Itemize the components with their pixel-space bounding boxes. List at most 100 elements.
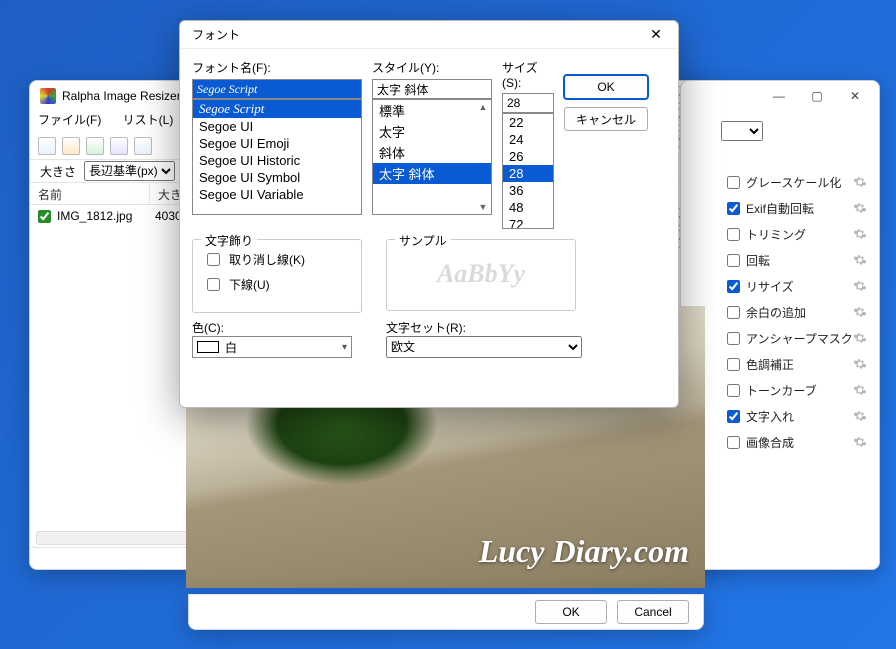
toolbar-icon-3[interactable] — [86, 137, 104, 155]
gear-icon[interactable] — [853, 175, 867, 189]
size-label: 大きさ — [40, 163, 76, 180]
side-item-check-0[interactable] — [727, 176, 740, 189]
gear-icon[interactable] — [853, 279, 867, 293]
ralpha-title-text: Ralpha Image Resizer - — [62, 81, 188, 111]
size-list-item-2[interactable]: 26 — [503, 148, 553, 165]
style-list-item-3[interactable]: 太字 斜体 — [373, 163, 491, 184]
gear-icon[interactable] — [853, 227, 867, 241]
font-name-input[interactable] — [192, 79, 362, 99]
side-item-7[interactable]: 色調補正 — [681, 351, 879, 377]
size-list-item-1[interactable]: 24 — [503, 131, 553, 148]
menu-list[interactable]: リスト(L) — [123, 113, 174, 127]
size-list-item-6[interactable]: 72 — [503, 216, 553, 229]
gear-icon[interactable] — [853, 305, 867, 319]
font-list-item-0[interactable]: Segoe Script — [193, 100, 361, 118]
decoration-legend: 文字飾り — [201, 232, 257, 249]
gear-icon[interactable] — [853, 331, 867, 345]
side-item-check-5[interactable] — [727, 306, 740, 319]
side-item-label-7: 色調補正 — [746, 356, 794, 373]
toolbar-icon-2[interactable] — [62, 137, 80, 155]
toolbar-icon-1[interactable] — [38, 137, 56, 155]
side-item-10[interactable]: 画像合成 — [681, 429, 879, 455]
strike-label: 取り消し線(K) — [229, 251, 305, 268]
strike-checkbox-row: 取り消し線(K) — [203, 250, 351, 269]
menu-file[interactable]: ファイル(F) — [38, 113, 101, 127]
gear-icon[interactable] — [853, 435, 867, 449]
maximize-button[interactable]: ▢ — [799, 84, 835, 108]
file-name: IMG_1812.jpg — [57, 209, 155, 223]
ralpha-app-icon — [40, 88, 56, 104]
underline-checkbox-row: 下線(U) — [203, 275, 351, 294]
font-size-input[interactable] — [502, 93, 554, 113]
side-item-4[interactable]: リサイズ — [681, 273, 879, 299]
charset-select[interactable]: 欧文 — [386, 336, 582, 358]
col-name[interactable]: 名前 — [30, 183, 150, 204]
side-item-label-0: グレースケール化 — [746, 174, 841, 191]
font-list-item-4[interactable]: Segoe UI Symbol — [193, 169, 361, 186]
size-basis-select[interactable]: 長辺基準(px) — [84, 161, 175, 181]
size-list-item-0[interactable]: 22 — [503, 114, 553, 131]
side-item-8[interactable]: トーンカーブ — [681, 377, 879, 403]
inner-ok-button[interactable]: OK — [535, 600, 607, 624]
minimize-button[interactable]: — — [761, 84, 797, 108]
font-list-item-5[interactable]: Segoe UI Variable — [193, 186, 361, 203]
strike-checkbox[interactable] — [207, 253, 220, 266]
side-item-check-10[interactable] — [727, 436, 740, 449]
side-item-5[interactable]: 余白の追加 — [681, 299, 879, 325]
gear-icon[interactable] — [853, 201, 867, 215]
font-size-list[interactable]: 22242628364872 — [502, 113, 554, 229]
font-style-list[interactable]: ▲▼ 標準太字斜体太字 斜体 — [372, 99, 492, 215]
gear-icon[interactable] — [853, 253, 867, 267]
font-ok-button[interactable]: OK — [564, 75, 648, 99]
gear-icon[interactable] — [853, 409, 867, 423]
side-item-check-8[interactable] — [727, 384, 740, 397]
font-list-item-1[interactable]: Segoe UI — [193, 118, 361, 135]
side-item-label-4: リサイズ — [746, 278, 794, 295]
side-item-1[interactable]: Exif自動回転 — [681, 195, 879, 221]
font-name-list[interactable]: Segoe ScriptSegoe UISegoe UI EmojiSegoe … — [192, 99, 362, 215]
side-item-label-10: 画像合成 — [746, 434, 794, 451]
side-item-2[interactable]: トリミング — [681, 221, 879, 247]
underline-checkbox[interactable] — [207, 278, 220, 291]
inner-cancel-button[interactable]: Cancel — [617, 600, 689, 624]
style-list-item-0[interactable]: 標準 — [373, 100, 491, 121]
font-dialog-close-icon[interactable]: ✕ — [642, 24, 670, 46]
side-item-label-1: Exif自動回転 — [746, 200, 814, 217]
file-row-check[interactable] — [38, 210, 51, 223]
font-dialog-buttons: OK キャンセル — [564, 75, 648, 229]
side-item-9[interactable]: 文字入れ — [681, 403, 879, 429]
font-dialog-title: フォント — [192, 26, 240, 43]
charset-label: 文字セット(R): — [386, 319, 582, 336]
style-list-item-2[interactable]: 斜体 — [373, 142, 491, 163]
size-list-item-4[interactable]: 36 — [503, 182, 553, 199]
font-list-item-3[interactable]: Segoe UI Historic — [193, 152, 361, 169]
side-item-check-2[interactable] — [727, 228, 740, 241]
side-top-select[interactable] — [721, 121, 763, 141]
sample-text: AaBbYy — [437, 259, 525, 289]
side-item-3[interactable]: 回転 — [681, 247, 879, 273]
side-item-check-6[interactable] — [727, 332, 740, 345]
close-button[interactable]: ✕ — [837, 84, 873, 108]
side-item-6[interactable]: アンシャープマスク — [681, 325, 879, 351]
toolbar-icon-5[interactable] — [134, 137, 152, 155]
toolbar-icon-4[interactable] — [110, 137, 128, 155]
gear-icon[interactable] — [853, 383, 867, 397]
size-list-item-3[interactable]: 28 — [503, 165, 553, 182]
side-item-check-7[interactable] — [727, 358, 740, 371]
side-options-window: — ▢ ✕ グレースケール化 Exif自動回転トリミング回転リサイズ余白の追加アン… — [680, 80, 880, 570]
side-item-check-4[interactable] — [727, 280, 740, 293]
font-size-label: サイズ(S): — [502, 59, 554, 90]
font-list-item-2[interactable]: Segoe UI Emoji — [193, 135, 361, 152]
side-item-check-9[interactable] — [727, 410, 740, 423]
inner-dialog-buttons: OK Cancel — [188, 594, 704, 630]
side-item-check-1[interactable] — [727, 202, 740, 215]
font-cancel-button[interactable]: キャンセル — [564, 107, 648, 131]
side-item-check-3[interactable] — [727, 254, 740, 267]
font-style-input[interactable] — [372, 79, 492, 99]
side-item-0[interactable]: グレースケール化 — [681, 169, 879, 195]
side-item-label-2: トリミング — [746, 226, 806, 243]
gear-icon[interactable] — [853, 357, 867, 371]
color-select[interactable]: 白 ▾ — [192, 336, 352, 358]
size-list-item-5[interactable]: 48 — [503, 199, 553, 216]
style-list-item-1[interactable]: 太字 — [373, 121, 491, 142]
